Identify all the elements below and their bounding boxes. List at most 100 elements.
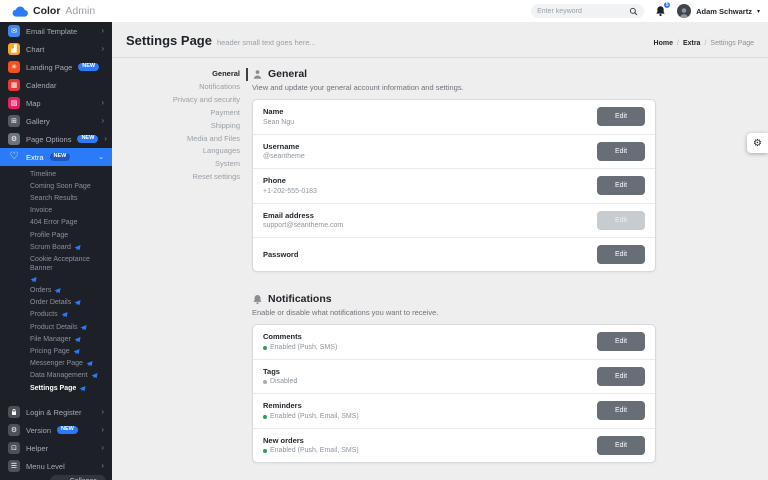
notifications-bell[interactable]: 5 xyxy=(655,5,666,17)
breadcrumb-item[interactable]: Extra xyxy=(683,40,701,47)
sidebar-item-email-template[interactable]: ✉Email Template› xyxy=(0,22,112,40)
row-text: New ordersEnabled (Push, Email, SMS) xyxy=(263,436,359,456)
row-text: Password xyxy=(263,250,298,259)
breadcrumb-separator: / xyxy=(704,40,706,47)
section-header: General xyxy=(252,68,656,80)
settings-nav-item[interactable]: General xyxy=(212,68,248,81)
sidebar-subitem-label: Product Details xyxy=(30,323,77,332)
chevron-down-icon: ⌄ xyxy=(98,154,104,161)
sidebar-item-landing-page[interactable]: ✳Landing PageNEW xyxy=(0,58,112,76)
sidebar-item-version[interactable]: ⚙VersionNEW› xyxy=(0,421,112,439)
heart-icon: ♡ xyxy=(8,151,20,163)
edit-button[interactable]: Edit xyxy=(597,332,645,351)
status-dot xyxy=(263,380,267,384)
theme-settings-button[interactable]: ⚙ xyxy=(747,133,768,153)
sidebar-item-page-options[interactable]: ⚙Page OptionsNEW› xyxy=(0,130,112,148)
settings-nav-item[interactable]: Payment xyxy=(210,107,248,120)
brand-logo[interactable]: Color Admin xyxy=(12,5,95,17)
sidebar-subitem[interactable]: Invoice xyxy=(0,205,112,217)
collapse-button[interactable]: ← Collapse xyxy=(50,475,106,480)
search-box xyxy=(531,4,644,18)
section-description: Enable or disable what notifications you… xyxy=(252,308,656,317)
row-value: Disabled xyxy=(263,378,297,386)
chevron-right-icon: › xyxy=(101,117,104,125)
chevron-right-icon: › xyxy=(101,426,104,434)
gear-icon: ⚙ xyxy=(8,424,20,436)
edit-button[interactable]: Edit xyxy=(597,367,645,386)
sidebar-subitem[interactable]: Scrum Board xyxy=(0,241,112,253)
row-value: Enabled (Push, Email, SMS) xyxy=(263,413,359,421)
sidebar-subitem-label: Data Management xyxy=(30,371,88,380)
landing-page-icon: ✳ xyxy=(8,61,20,73)
sidebar-subitem[interactable]: Pricing Page xyxy=(0,345,112,357)
chevron-right-icon: › xyxy=(101,45,104,53)
edit-button[interactable]: Edit xyxy=(597,245,645,264)
row-text: Email addresssupport@seantheme.com xyxy=(263,211,343,231)
sidebar-item-label: Page Options xyxy=(26,135,71,144)
settings-nav-item[interactable]: Reset settings xyxy=(192,171,248,184)
sidebar-subitem[interactable]: Orders xyxy=(0,285,112,297)
page-header: Settings Page header small text goes her… xyxy=(112,22,768,58)
sidebar-subitem-label: Cookie Acceptance Banner xyxy=(30,255,104,273)
sidebar-item-map[interactable]: ▨Map› xyxy=(0,94,112,112)
menu-level-icon: ☰ xyxy=(8,460,20,472)
sidebar-subitem[interactable]: Data Management xyxy=(0,370,112,382)
sidebar-subitem[interactable]: Messenger Page xyxy=(0,358,112,370)
edit-button[interactable]: Edit xyxy=(597,107,645,126)
row-text: Reminders Enabled (Push, Email, SMS) xyxy=(263,401,359,421)
sidebar-item-extra[interactable]: ♡ExtraNEW⌄ xyxy=(0,148,112,166)
chevron-down-icon: ▾ xyxy=(757,8,760,15)
settings-nav-item[interactable]: Notifications xyxy=(199,81,248,94)
settings-row: Reminders Enabled (Push, Email, SMS) Edit xyxy=(253,393,655,428)
edit-button[interactable]: Edit xyxy=(597,401,645,420)
sidebar-item-login-register[interactable]: Login & Register› xyxy=(0,403,112,421)
cloud-logo-icon xyxy=(12,6,28,17)
search-icon[interactable] xyxy=(629,7,638,16)
breadcrumb-separator: / xyxy=(677,40,679,47)
sidebar-item-label: Landing Page xyxy=(26,63,72,72)
sidebar-subitem[interactable]: Coming Soon Page xyxy=(0,180,112,192)
status-dot xyxy=(263,346,267,350)
row-value-text: +1-202-555-0183 xyxy=(263,188,317,196)
sidebar-item-label: Helper xyxy=(26,444,48,453)
breadcrumb-item[interactable]: Home xyxy=(654,40,673,47)
settings-nav-item[interactable]: Shipping xyxy=(211,120,248,133)
settings-row: CommentsEnabled (Push, SMS)Edit xyxy=(253,325,655,359)
sidebar-subitem[interactable]: Order Details xyxy=(0,297,112,309)
paper-plane-icon xyxy=(73,348,80,355)
row-label: Comments xyxy=(263,332,337,341)
sidebar-subitem[interactable]: Timeline xyxy=(0,168,112,180)
row-label: Reminders xyxy=(263,401,359,410)
sidebar-item-menu-level[interactable]: ☰Menu Level› xyxy=(0,457,112,475)
sidebar-subitem[interactable]: File Manager xyxy=(0,333,112,345)
edit-button[interactable]: Edit xyxy=(597,142,645,161)
sidebar-subitem[interactable]: Product Details xyxy=(0,321,112,333)
settings-nav-item[interactable]: Privacy and security xyxy=(173,94,248,107)
sidebar-subitem[interactable]: Cookie Acceptance Banner xyxy=(0,253,112,284)
paper-plane-icon xyxy=(91,372,98,379)
settings-nav-item[interactable]: System xyxy=(215,158,248,171)
sidebar-subitem[interactable]: Products xyxy=(0,309,112,321)
edit-button[interactable]: Edit xyxy=(597,176,645,195)
settings-nav-item[interactable]: Languages xyxy=(203,145,248,158)
section-header: Notifications xyxy=(252,293,656,305)
row-value-text: Enabled (Push, Email, SMS) xyxy=(270,447,359,455)
sidebar-subitem[interactable]: Settings Page xyxy=(0,382,112,394)
sidebar-item-helper[interactable]: ⊡Helper› xyxy=(0,439,112,457)
settings-nav-item[interactable]: Media and Files xyxy=(187,133,248,146)
sidebar-subitem[interactable]: 404 Error Page xyxy=(0,217,112,229)
sidebar-item-calendar[interactable]: ▦Calendar xyxy=(0,76,112,94)
search-input[interactable] xyxy=(537,8,629,15)
sidebar-subitem[interactable]: Profile Page xyxy=(0,229,112,241)
sidebar-subitem[interactable]: Search Results xyxy=(0,192,112,204)
row-text: NameSean Ngu xyxy=(263,107,294,127)
page-options-icon: ⚙ xyxy=(8,133,20,145)
edit-button[interactable]: Edit xyxy=(597,436,645,455)
sidebar-subitem-label: Profile Page xyxy=(30,231,68,240)
sidebar-item-gallery[interactable]: ⊞Gallery› xyxy=(0,112,112,130)
new-badge: NEW xyxy=(50,153,71,162)
user-menu[interactable]: Adam Schwartz ▾ xyxy=(677,4,760,18)
sidebar-item-label: Calendar xyxy=(26,81,56,90)
sidebar-item-chart[interactable]: ▟Chart› xyxy=(0,40,112,58)
sidebar-subitem-label: Search Results xyxy=(30,194,77,203)
